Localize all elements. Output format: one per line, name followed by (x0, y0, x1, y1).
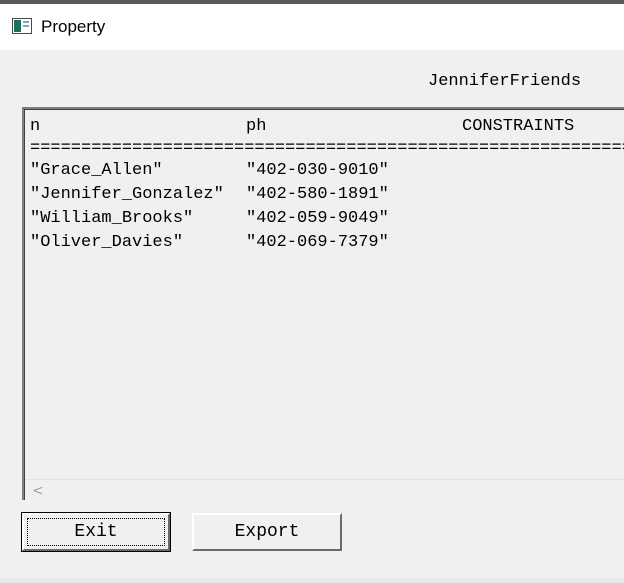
app-window-icon (12, 18, 32, 34)
cell-phone: "402-030-9010" (246, 161, 389, 180)
scroll-left-arrow-icon[interactable]: < (32, 483, 44, 499)
cell-phone: "402-069-7379" (246, 233, 389, 252)
window-title: Property (41, 17, 106, 36)
column-header-ph: ph (246, 117, 267, 136)
window-bottom-border (0, 578, 624, 583)
cell-name: "Jennifer_Gonzalez" (30, 185, 224, 204)
exit-button[interactable]: Exit (21, 512, 171, 552)
table-row[interactable]: "Grace_Allen" "402-030-9010" (30, 159, 624, 183)
header-separator: ========================================… (30, 139, 624, 158)
table-row[interactable]: "Jennifer_Gonzalez" "402-580-1891" (30, 183, 624, 207)
cell-phone: "402-580-1891" (246, 185, 389, 204)
focus-rectangle (27, 518, 165, 546)
column-header-n: n (30, 117, 41, 136)
cell-name: "Grace_Allen" (30, 161, 163, 180)
export-button[interactable]: Export (192, 513, 342, 551)
cell-name: "William_Brooks" (30, 209, 194, 228)
horizontal-scrollbar[interactable]: < (26, 479, 624, 500)
table-row[interactable]: "William_Brooks" "402-059-9049" (30, 207, 624, 231)
title-bar[interactable]: Property (0, 4, 624, 50)
table-row[interactable]: "Oliver_Davies" "402-069-7379" (30, 231, 624, 255)
results-listbox[interactable]: n ph CONSTRAINTS =======================… (22, 107, 624, 500)
export-button-label: Export (234, 522, 300, 542)
results-content: n ph CONSTRAINTS =======================… (30, 115, 624, 487)
relation-name-label: JenniferFriends (428, 72, 582, 91)
cell-phone: "402-059-9049" (246, 209, 389, 228)
column-header-constraints: CONSTRAINTS (462, 117, 575, 136)
table-header: n ph CONSTRAINTS (30, 115, 624, 139)
cell-name: "Oliver_Davies" (30, 233, 184, 252)
